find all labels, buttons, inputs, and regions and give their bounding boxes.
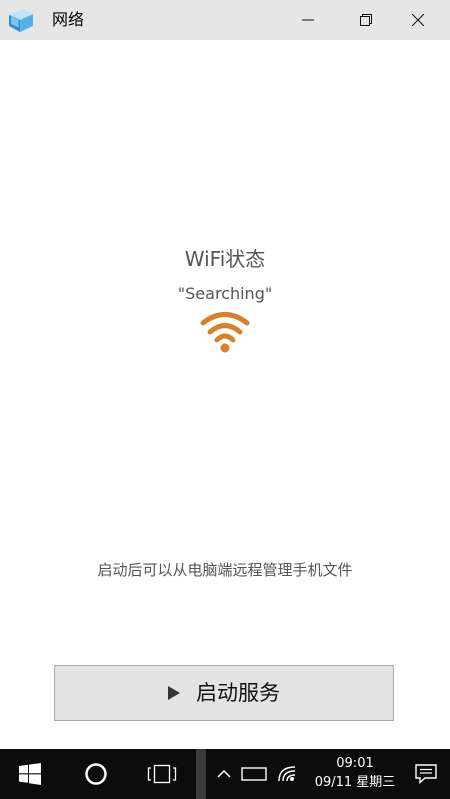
title-bar: 网络	[0, 0, 450, 40]
clock-time: 09:01	[336, 756, 374, 771]
task-view-button[interactable]	[138, 749, 186, 799]
cortana-button[interactable]	[72, 749, 120, 799]
show-hidden-icons-button[interactable]	[212, 749, 236, 799]
restore-button[interactable]	[342, 0, 390, 40]
network-tray-button[interactable]	[272, 749, 302, 799]
action-center-icon	[415, 764, 437, 784]
close-button[interactable]	[394, 0, 442, 40]
play-icon	[168, 686, 180, 700]
tablet-mode-icon	[241, 767, 267, 781]
hint-text: 启动后可以从电脑端远程管理手机文件	[97, 561, 353, 579]
minimize-button[interactable]	[284, 0, 332, 40]
action-center-button[interactable]	[408, 749, 444, 799]
start-service-button[interactable]: 启动服务	[54, 665, 394, 721]
start-menu-button[interactable]	[6, 749, 54, 799]
taskbar: 09:01 09/11 星期三	[0, 749, 450, 799]
restore-icon	[360, 14, 372, 26]
window-title: 网络	[52, 10, 85, 29]
taskbar-clock[interactable]: 09:01 09/11 星期三	[300, 754, 410, 792]
wifi-tray-icon	[278, 766, 296, 782]
task-view-icon	[147, 764, 177, 784]
minimize-icon	[302, 19, 314, 21]
tablet-mode-button[interactable]	[238, 749, 270, 799]
chevron-up-icon	[217, 769, 231, 778]
cortana-icon	[85, 763, 107, 785]
windows-start-icon	[19, 763, 41, 785]
close-icon	[412, 14, 424, 26]
wifi-icon	[200, 310, 250, 354]
start-service-label: 启动服务	[196, 681, 280, 705]
wifi-status-text: "Searching"	[177, 284, 273, 303]
active-app-indicator	[196, 749, 206, 799]
wifi-status-heading: WiFi状态	[184, 247, 266, 271]
network-app-icon	[6, 6, 36, 34]
clock-date: 09/11 星期三	[314, 775, 396, 790]
